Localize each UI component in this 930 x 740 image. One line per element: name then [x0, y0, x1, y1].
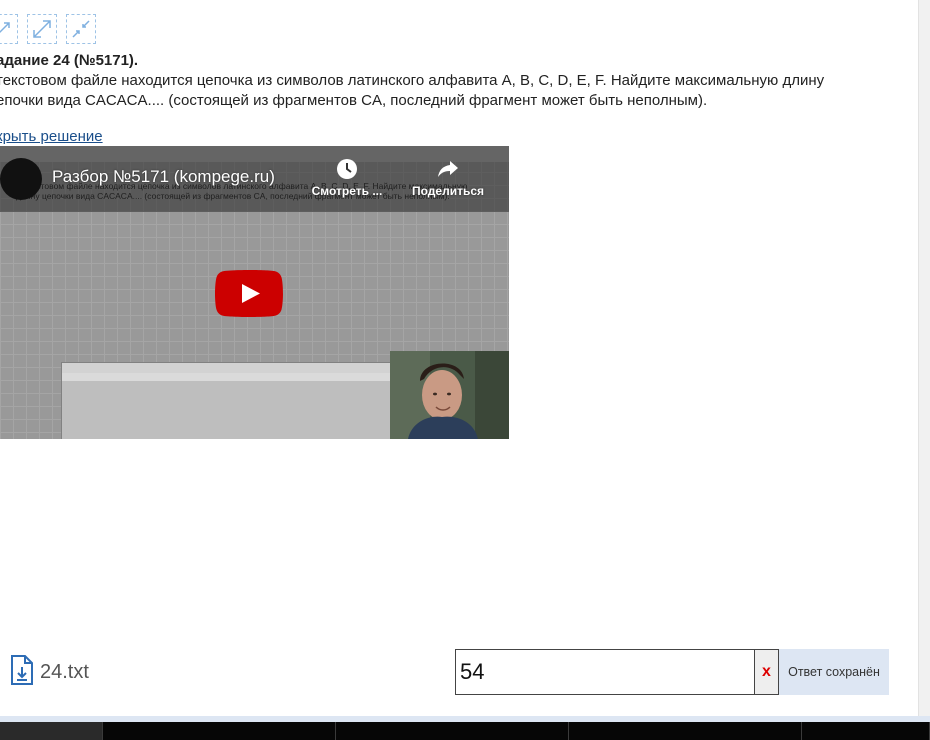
- taskbar: [0, 722, 930, 740]
- collapse-icon[interactable]: [0, 14, 18, 44]
- task-text: текстовом файле находится цепочка из сим…: [0, 71, 916, 111]
- file-name: 24.txt: [40, 661, 89, 683]
- taskbar-item[interactable]: [569, 722, 802, 740]
- task-text-line-2: епочки вида CACACA.... (состоящей из фра…: [0, 92, 708, 109]
- watch-later-button[interactable]: Смотреть ...: [306, 158, 388, 198]
- clock-icon: [336, 158, 358, 180]
- expand-icon[interactable]: [27, 14, 57, 44]
- play-button[interactable]: [215, 270, 283, 317]
- share-button[interactable]: Поделиться: [403, 158, 493, 198]
- webcam-thumbnail: [390, 351, 509, 439]
- share-icon: [437, 158, 459, 180]
- toolbar: [0, 14, 96, 44]
- scrollbar[interactable]: [918, 0, 930, 716]
- task-title: адание 24 (№5171).: [0, 52, 139, 69]
- taskbar-item[interactable]: [802, 722, 930, 740]
- video-player[interactable]: В текстовом файле находится цепочка из с…: [0, 146, 509, 439]
- download-file-link[interactable]: 24.txt: [10, 654, 89, 691]
- show-solution-link[interactable]: крыть решение: [0, 128, 103, 145]
- file-download-icon: [10, 654, 34, 691]
- share-label: Поделиться: [411, 184, 485, 198]
- answer-status-badge: Ответ сохранён: [779, 649, 889, 695]
- answer-input[interactable]: [455, 649, 755, 695]
- channel-avatar[interactable]: [0, 158, 42, 200]
- taskbar-item[interactable]: [103, 722, 336, 740]
- watch-later-label: Смотреть ...: [311, 184, 383, 198]
- task-text-line-1: текстовом файле находится цепочка из сим…: [0, 72, 825, 89]
- video-title[interactable]: Разбор №5171 (kompege.ru): [52, 167, 275, 187]
- taskbar-item[interactable]: [0, 722, 103, 740]
- taskbar-item[interactable]: [336, 722, 569, 740]
- shrink-icon[interactable]: [66, 14, 96, 44]
- clear-answer-button[interactable]: x: [755, 649, 779, 695]
